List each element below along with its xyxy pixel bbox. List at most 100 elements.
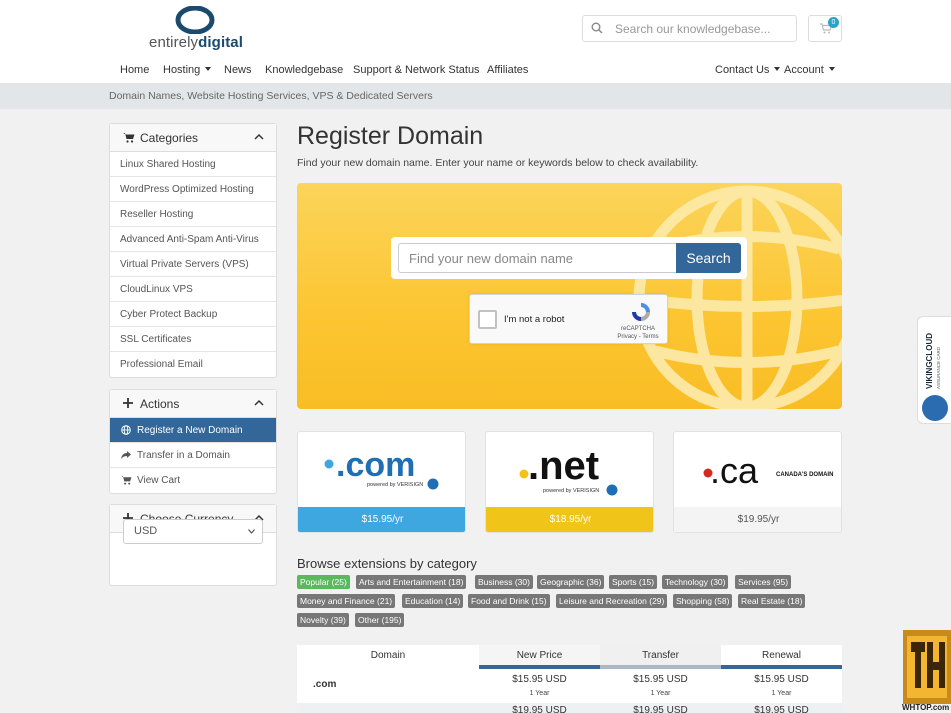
nav-account-label: Account [784, 64, 824, 76]
ca-logo: .ca CANADA'S DOMAIN [703, 450, 833, 491]
tag-technology[interactable]: Technology (30) [662, 575, 729, 589]
net-logo: .net powered by VERISIGN [519, 444, 618, 496]
action-transfer-domain[interactable]: Transfer in a Domain [110, 443, 276, 468]
chevron-down-icon [205, 67, 212, 71]
tld-powered: powered by VERISIGN [543, 488, 599, 494]
vikingcloud-subtitle: ASSURANCE CARD [936, 346, 941, 389]
pricing-term: 1 Year [650, 690, 671, 697]
action-label: Transfer in a Domain [137, 450, 230, 461]
sidebar-item-label: SSL Certificates [120, 334, 192, 345]
domain-search-input[interactable]: Find your new domain name [398, 243, 677, 273]
action-view-cart[interactable]: View Cart [110, 468, 276, 493]
pricing-new-cell: $15.95 USD 1 Year [479, 673, 600, 701]
pricing-header-new[interactable]: New Price [479, 645, 600, 669]
pricing-tld: .com [313, 679, 337, 690]
sidebar-item-email[interactable]: Professional Email [110, 352, 276, 377]
tag-novelty[interactable]: Novelty (39) [297, 613, 349, 627]
action-label: Register a New Domain [137, 425, 243, 436]
recaptcha-brand-name: reCAPTCHA [620, 326, 655, 332]
action-register-domain[interactable]: Register a New Domain [110, 418, 276, 443]
pricing-new-value: $15.95 USD [512, 674, 567, 685]
sidebar-item-cyber-protect[interactable]: Cyber Protect Backup [110, 302, 276, 327]
tag-other[interactable]: Other (195) [355, 613, 405, 627]
sidebar-item-label: Advanced Anti-Spam Anti-Virus [120, 234, 259, 245]
tag-shopping[interactable]: Shopping (58) [673, 594, 733, 608]
logo-text-light: entirely [149, 34, 199, 51]
cart-icon [123, 133, 135, 143]
actions-title: Actions [140, 397, 180, 411]
recaptcha-widget: I'm not a robot reCAPTCHA Privacy - Term… [469, 294, 668, 344]
pricing-header-renewal[interactable]: Renewal [721, 645, 842, 669]
nav-home[interactable]: Home [120, 64, 149, 76]
sidebar-item-wordpress-hosting[interactable]: WordPress Optimized Hosting [110, 177, 276, 202]
categories-header[interactable]: Categories [110, 124, 276, 152]
pricing-renewal-cell: $15.95 USD 1 Year [721, 673, 842, 701]
tld-card-ca[interactable]: .ca CANADA'S DOMAIN $19.95/yr [673, 431, 842, 533]
tag-sports[interactable]: Sports (15) [609, 575, 658, 589]
domain-search-button[interactable]: Search [676, 243, 741, 273]
cart-count-badge: 0 [828, 17, 839, 28]
table-row: $19.95 USD $19.95 USD $19.95 USD [297, 703, 842, 713]
sidebar-item-linux-shared-hosting[interactable]: Linux Shared Hosting [110, 152, 276, 177]
actions-header[interactable]: Actions [110, 390, 276, 418]
whtop-url[interactable]: WHTOP.com [902, 703, 949, 712]
chevron-up-icon[interactable] [254, 133, 264, 140]
tag-real-estate[interactable]: Real Estate (18) [738, 594, 806, 608]
logo-text-bold: digital [198, 34, 244, 51]
sidebar-item-label: WordPress Optimized Hosting [120, 184, 254, 195]
breadcrumb: Domain Names, Website Hosting Services, … [0, 83, 951, 109]
recaptcha-checkbox[interactable] [478, 310, 497, 329]
tld-card-com[interactable]: .com powered by VERISIGN $15.95/yr [297, 431, 466, 533]
whtop-logo[interactable] [899, 630, 951, 713]
recaptcha-links[interactable]: Privacy - Terms [612, 333, 664, 341]
sidebar-item-reseller-hosting[interactable]: Reseller Hosting [110, 202, 276, 227]
tag-leisure[interactable]: Leisure and Recreation (29) [556, 594, 668, 608]
nav-hosting[interactable]: Hosting [163, 64, 212, 76]
pricing-header-domain: Domain [370, 650, 406, 661]
nav-knowledgebase[interactable]: Knowledgebase [265, 64, 343, 76]
nav-account[interactable]: Account [784, 64, 835, 76]
page-subtitle: Find your new domain name. Enter your na… [297, 157, 699, 169]
tag-education[interactable]: Education (14) [402, 594, 464, 608]
tag-food-drink[interactable]: Food and Drink (15) [468, 594, 550, 608]
pricing-new-value: $19.95 USD [512, 705, 567, 713]
table-row: .com $15.95 USD 1 Year $15.95 USD 1 Year $… [297, 669, 842, 703]
nav-contact[interactable]: Contact Us [715, 64, 781, 76]
sidebar-item-anti-spam[interactable]: Advanced Anti-Spam Anti-Virus [110, 227, 276, 252]
sidebar-item-ssl[interactable]: SSL Certificates [110, 327, 276, 352]
sidebar-item-label: CloudLinux VPS [120, 284, 193, 295]
tag-popular[interactable]: Popular (25) [297, 575, 350, 589]
tag-business[interactable]: Business (30) [475, 575, 533, 589]
tld-powered: powered by VERISIGN [367, 482, 423, 488]
tld-card-net[interactable]: .net powered by VERISIGN $18.95/yr [485, 431, 654, 533]
pricing-term: 1 Year [529, 690, 550, 697]
top-header: entirelydigital 0 [0, 0, 951, 58]
chevron-up-icon[interactable] [254, 399, 264, 406]
nav-affiliates[interactable]: Affiliates [487, 64, 528, 76]
sidebar-item-cloudlinux-vps[interactable]: CloudLinux VPS [110, 277, 276, 302]
pricing-renewal-value: $19.95 USD [754, 705, 809, 713]
knowledgebase-search-input[interactable] [615, 19, 790, 39]
categories-panel: Categories Linux Shared Hosting WordPres… [109, 123, 277, 378]
tag-geographic[interactable]: Geographic (36) [537, 575, 605, 589]
nav-news[interactable]: News [224, 64, 252, 76]
cart-button[interactable]: 0 [808, 15, 842, 42]
currency-panel: Choose Currency USD [109, 504, 277, 586]
search-icon [591, 22, 603, 34]
pricing-header-transfer[interactable]: Transfer [600, 645, 721, 669]
knowledgebase-search[interactable] [582, 15, 797, 42]
currency-select[interactable]: USD [123, 519, 263, 544]
nav-network-status[interactable]: Support & Network Status [353, 64, 480, 76]
logo-text: entirelydigital [149, 34, 243, 51]
breadcrumb-text: Domain Names, Website Hosting Services, … [109, 90, 433, 102]
tag-money-finance[interactable]: Money and Finance (21) [297, 594, 396, 608]
tag-services[interactable]: Services (95) [735, 575, 792, 589]
shield-icon [922, 395, 948, 421]
recaptcha-brand: reCAPTCHA Privacy - Terms [612, 325, 664, 341]
site-logo[interactable]: entirelydigital [149, 6, 249, 52]
sidebar-item-vps[interactable]: Virtual Private Servers (VPS) [110, 252, 276, 277]
globe-icon [121, 425, 131, 435]
main-nav: Home Hosting News Knowledgebase Support … [0, 58, 951, 83]
vikingcloud-badge[interactable]: VIKINGCLOUD ASSURANCE CARD [917, 316, 951, 424]
tag-arts[interactable]: Arts and Entertainment (18) [356, 575, 467, 589]
